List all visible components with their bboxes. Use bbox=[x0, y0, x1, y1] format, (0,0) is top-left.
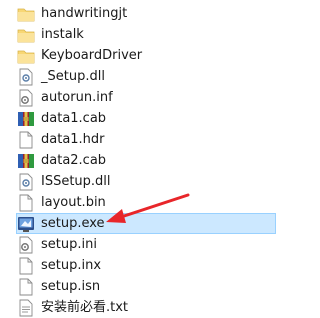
file-row-setup-isn[interactable]: setup.isn bbox=[16, 276, 276, 297]
file-name: setup.ini bbox=[41, 236, 97, 252]
dll-file-icon bbox=[17, 173, 35, 191]
file-name: _Setup.dll bbox=[41, 68, 105, 84]
file-name: layout.bin bbox=[41, 194, 106, 210]
file-row-instalk[interactable]: instalk bbox=[16, 24, 276, 45]
file-name: data2.cab bbox=[41, 152, 107, 168]
inf-file-icon bbox=[17, 89, 35, 107]
file-row-setup-exe[interactable]: setup.exe bbox=[16, 213, 276, 234]
file-name: KeyboardDriver bbox=[41, 47, 143, 63]
file-row-keyboarddriver[interactable]: KeyboardDriver bbox=[16, 45, 276, 66]
file-name: setup.isn bbox=[41, 278, 101, 294]
setup-exe-icon bbox=[17, 215, 35, 233]
file-name: autorun.inf bbox=[41, 89, 113, 105]
blank-file-icon bbox=[17, 278, 35, 296]
ini-file-icon bbox=[17, 236, 35, 254]
file-row-setup-inx[interactable]: setup.inx bbox=[16, 255, 276, 276]
file-row-data1-cab[interactable]: data1.cab bbox=[16, 108, 276, 129]
text-file-icon bbox=[17, 299, 35, 317]
file-name: setup.exe bbox=[41, 215, 105, 231]
folder-icon bbox=[17, 47, 35, 65]
folder-icon bbox=[17, 26, 35, 44]
file-row-issetup-dll[interactable]: ISSetup.dll bbox=[16, 171, 276, 192]
file-row-data1-hdr[interactable]: data1.hdr bbox=[16, 129, 276, 150]
file-name: instalk bbox=[41, 26, 84, 42]
blank-file-icon bbox=[17, 194, 35, 212]
archive-icon bbox=[17, 110, 35, 128]
archive-icon bbox=[17, 152, 35, 170]
folder-icon bbox=[17, 5, 35, 23]
file-row-handwritingjt[interactable]: handwritingjt bbox=[16, 3, 276, 24]
file-name: data1.cab bbox=[41, 110, 107, 126]
file-name: ISSetup.dll bbox=[41, 173, 111, 189]
blank-file-icon bbox=[17, 257, 35, 275]
dll-file-icon bbox=[17, 68, 35, 86]
file-name: handwritingjt bbox=[41, 5, 128, 21]
blank-file-icon bbox=[17, 131, 35, 149]
file-row-setup-ini[interactable]: setup.ini bbox=[16, 234, 276, 255]
file-name: setup.inx bbox=[41, 257, 102, 273]
file-row-setup-dll[interactable]: _Setup.dll bbox=[16, 66, 276, 87]
file-row-autorun-inf[interactable]: autorun.inf bbox=[16, 87, 276, 108]
file-row-layout-bin[interactable]: layout.bin bbox=[16, 192, 276, 213]
file-name: data1.hdr bbox=[41, 131, 105, 147]
file-row-data2-cab[interactable]: data2.cab bbox=[16, 150, 276, 171]
